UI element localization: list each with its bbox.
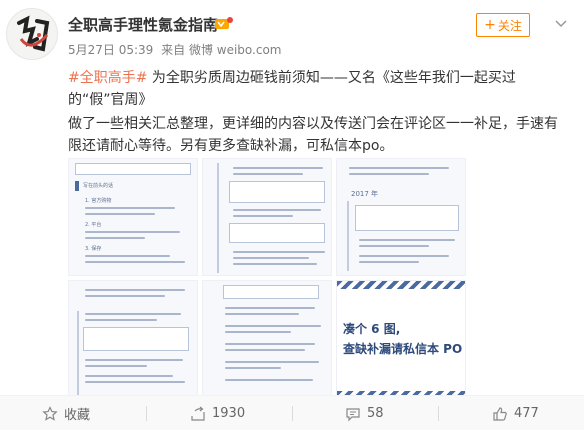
doc-text-line [225, 379, 313, 381]
doc-text-line [225, 313, 299, 315]
favorite-label: 收藏 [64, 408, 91, 423]
star-icon [42, 405, 58, 421]
action-bar: 收藏 1930 58 477 [0, 395, 584, 430]
action-divider [292, 406, 293, 421]
doc-text-line [233, 263, 317, 265]
doc-text-line [85, 319, 157, 321]
image-thumbnail-4[interactable] [68, 280, 198, 398]
caption-line-1: 凑个 6 图, [343, 322, 401, 336]
doc-item-label: 1. 官方购物 [85, 198, 112, 204]
follow-button[interactable]: + 关注 [476, 13, 530, 37]
avatar[interactable] [6, 8, 58, 60]
doc-title-box [75, 163, 191, 175]
doc-text-line [85, 365, 147, 367]
doc-text-line [85, 375, 173, 377]
comment-count: 58 [367, 406, 384, 421]
doc-text-line [349, 173, 429, 175]
doc-entry-box [229, 181, 325, 203]
stripe-border-top [337, 281, 465, 289]
post-source[interactable]: 来自 微博 weibo.com [161, 43, 281, 57]
doc-text-line [233, 173, 303, 175]
post-body: #全职高手# 为全职劣质周边砸钱前须知——又名《这些年我们一起买过的“假”官周》… [68, 67, 568, 159]
expand-chevron-icon[interactable] [555, 20, 567, 28]
follow-plus-icon: + [484, 17, 496, 33]
doc-entry-box [83, 327, 189, 351]
caption-text: 凑个 6 图, 查缺补漏请私信本 PO [343, 319, 462, 359]
doc-text-line [225, 361, 319, 363]
action-divider [146, 406, 147, 421]
doc-text-line [233, 257, 309, 259]
image-thumbnail-2[interactable] [202, 158, 332, 276]
doc-text-line [85, 313, 181, 315]
doc-text-line [225, 343, 315, 345]
hashtag-link[interactable]: #全职高手# [68, 70, 147, 86]
doc-text-line [85, 289, 185, 291]
image-thumbnail-1[interactable]: 写在前头的话 1. 官方购物 2. 平台 3. 保存 [68, 158, 198, 276]
doc-text-line [233, 209, 321, 211]
doc-section-header: 写在前头的话 [83, 183, 114, 189]
post-header: 全职高手理性氪金指南 5月27日 05:39 来自 微博 weibo.com +… [0, 0, 584, 66]
comment-icon [346, 407, 360, 421]
doc-text-line [225, 331, 291, 333]
doc-entry-box [355, 205, 459, 231]
doc-text-line [85, 213, 155, 215]
doc-section-marker [75, 181, 79, 191]
doc-year-header: 2017 年 [351, 190, 379, 198]
doc-text-line [85, 359, 183, 361]
doc-entry-box [223, 285, 319, 299]
doc-text-line [233, 167, 323, 169]
doc-text-line [359, 261, 419, 263]
doc-text-line [359, 239, 455, 241]
image-thumbnail-5[interactable] [202, 280, 332, 398]
post-meta: 5月27日 05:39 来自 微博 weibo.com [68, 41, 286, 58]
caption-line-2: 查缺补漏请私信本 PO [343, 342, 463, 356]
repost-count: 1930 [212, 406, 246, 421]
image-thumbnail-6[interactable]: 凑个 6 图, 查缺补漏请私信本 PO [336, 280, 466, 398]
doc-timeline [77, 311, 79, 395]
like-count: 477 [514, 406, 539, 421]
post-line-2: 做了一些相关汇总整理，更详细的内容以及传送门会在评论区一一补足，手速有限还请耐心… [68, 116, 558, 154]
doc-text-line [85, 295, 165, 297]
doc-timeline [217, 163, 219, 273]
doc-item-label: 3. 保存 [85, 246, 102, 252]
action-divider [438, 406, 439, 421]
doc-timeline [347, 201, 349, 271]
doc-text-line [85, 381, 185, 383]
like-button[interactable]: 477 [492, 396, 539, 430]
doc-text-line [85, 261, 185, 263]
like-icon [493, 406, 507, 421]
post-timestamp[interactable]: 5月27日 05:39 [68, 43, 153, 57]
doc-text-line [225, 325, 321, 327]
doc-text-line [349, 167, 449, 169]
repost-icon [191, 406, 205, 421]
user-name[interactable]: 全职高手理性氪金指南 [68, 14, 218, 35]
doc-text-line [233, 215, 293, 217]
doc-text-line [359, 245, 429, 247]
doc-text-line [85, 231, 180, 233]
doc-text-line [233, 251, 325, 253]
doc-text-line [225, 367, 281, 369]
repost-button[interactable]: 1930 [190, 396, 245, 430]
doc-text-line [225, 349, 305, 351]
image-thumbnail-3[interactable]: 2017 年 [336, 158, 466, 276]
follow-label: 关注 [497, 18, 522, 33]
image-grid: 写在前头的话 1. 官方购物 2. 平台 3. 保存 2017 年 凑个 6 图… [68, 158, 472, 403]
doc-text-line [85, 237, 145, 239]
doc-text-line [359, 255, 449, 257]
doc-entry-box [229, 223, 325, 243]
vip-badge-icon[interactable] [214, 16, 234, 30]
doc-text-line [85, 207, 175, 209]
comment-button[interactable]: 58 [345, 396, 384, 430]
favorite-button[interactable]: 收藏 [42, 396, 90, 430]
doc-item-label: 2. 平台 [85, 222, 102, 228]
doc-text-line [85, 255, 170, 257]
post-line-1: #全职高手# 为全职劣质周边砸钱前须知——又名《这些年我们一起买过的“假”官周》 [68, 67, 568, 111]
doc-text-line [225, 307, 315, 309]
